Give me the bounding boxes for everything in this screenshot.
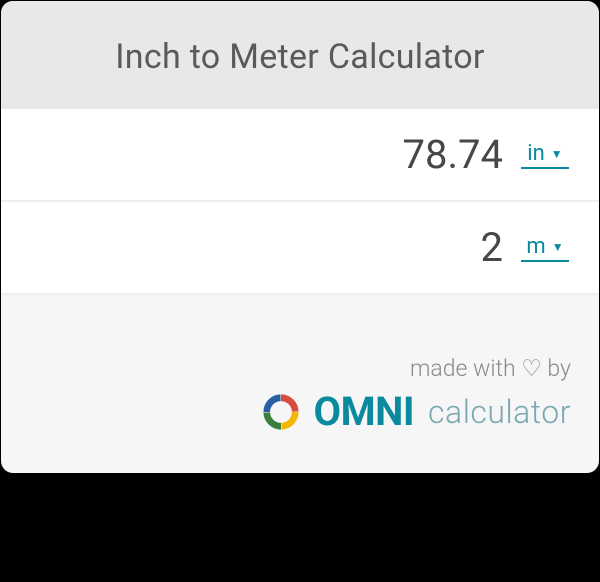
chevron-down-icon: ▼ [552,241,564,253]
brand-link[interactable]: OMNI calculator [29,388,571,435]
input-rows: in ▼ m ▼ [1,109,599,295]
meters-input[interactable] [1,224,503,271]
unit-label: m [526,234,545,259]
calculator-card: Inch to Meter Calculator in ▼ m ▼ made w… [1,1,599,473]
page-title: Inch to Meter Calculator [21,37,579,77]
input-row: m ▼ [1,202,599,295]
header: Inch to Meter Calculator [1,1,599,109]
brand-name: OMNI [314,388,415,435]
brand-sub: calculator [428,393,571,431]
inches-unit-select[interactable]: in ▼ [521,141,569,169]
footer: made with ♡ by OMNI calculator [1,295,599,473]
input-row: in ▼ [1,109,599,202]
made-with-text: made with ♡ by [29,355,571,382]
inches-input[interactable] [1,131,503,178]
chevron-down-icon: ▼ [551,148,563,160]
meters-unit-select[interactable]: m ▼ [521,234,569,262]
unit-label: in [527,141,545,166]
omni-logo-icon [262,393,300,431]
